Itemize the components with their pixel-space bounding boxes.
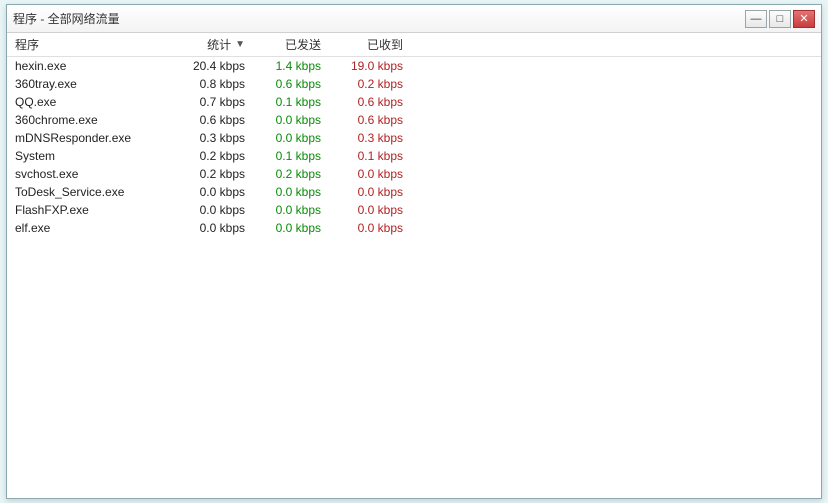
cell-program: mDNSResponder.exe bbox=[7, 131, 185, 145]
minimize-button[interactable]: — bbox=[745, 10, 767, 28]
cell-stats: 0.7 kbps bbox=[185, 95, 255, 109]
cell-stats: 0.6 kbps bbox=[185, 113, 255, 127]
column-headers: 程序 统计 ▼ 已发送 已收到 bbox=[7, 33, 821, 57]
cell-stats: 0.0 kbps bbox=[185, 185, 255, 199]
cell-program: hexin.exe bbox=[7, 59, 185, 73]
table-row[interactable]: ToDesk_Service.exe0.0 kbps0.0 kbps0.0 kb… bbox=[7, 183, 821, 201]
cell-sent: 0.1 kbps bbox=[255, 95, 335, 109]
table-row[interactable]: FlashFXP.exe0.0 kbps0.0 kbps0.0 kbps bbox=[7, 201, 821, 219]
header-stats[interactable]: 统计 ▼ bbox=[185, 36, 255, 53]
cell-sent: 0.0 kbps bbox=[255, 203, 335, 217]
cell-sent: 0.1 kbps bbox=[255, 149, 335, 163]
cell-sent: 0.2 kbps bbox=[255, 167, 335, 181]
cell-recv: 0.0 kbps bbox=[335, 185, 413, 199]
cell-sent: 0.6 kbps bbox=[255, 77, 335, 91]
sort-desc-icon: ▼ bbox=[235, 39, 245, 50]
header-received[interactable]: 已收到 bbox=[335, 36, 413, 53]
table-row[interactable]: 360chrome.exe0.6 kbps0.0 kbps0.6 kbps bbox=[7, 111, 821, 129]
maximize-button[interactable]: □ bbox=[769, 10, 791, 28]
window-title: 程序 - 全部网络流量 bbox=[13, 10, 743, 27]
cell-stats: 0.3 kbps bbox=[185, 131, 255, 145]
table-row[interactable]: QQ.exe0.7 kbps0.1 kbps0.6 kbps bbox=[7, 93, 821, 111]
traffic-dialog: 程序 - 全部网络流量 — □ ✕ 程序 统计 ▼ 已发送 已收到 hexin.… bbox=[6, 4, 822, 499]
titlebar[interactable]: 程序 - 全部网络流量 — □ ✕ bbox=[7, 5, 821, 33]
table-row[interactable]: mDNSResponder.exe0.3 kbps0.0 kbps0.3 kbp… bbox=[7, 129, 821, 147]
table-row[interactable]: System0.2 kbps0.1 kbps0.1 kbps bbox=[7, 147, 821, 165]
cell-stats: 0.0 kbps bbox=[185, 221, 255, 235]
table-row[interactable]: svchost.exe0.2 kbps0.2 kbps0.0 kbps bbox=[7, 165, 821, 183]
cell-program: 360tray.exe bbox=[7, 77, 185, 91]
cell-program: elf.exe bbox=[7, 221, 185, 235]
table-body: hexin.exe20.4 kbps1.4 kbps19.0 kbps360tr… bbox=[7, 57, 821, 237]
cell-stats: 0.8 kbps bbox=[185, 77, 255, 91]
table-row[interactable]: 360tray.exe0.8 kbps0.6 kbps0.2 kbps bbox=[7, 75, 821, 93]
cell-sent: 0.0 kbps bbox=[255, 221, 335, 235]
cell-recv: 0.3 kbps bbox=[335, 131, 413, 145]
cell-recv: 0.2 kbps bbox=[335, 77, 413, 91]
cell-sent: 0.0 kbps bbox=[255, 113, 335, 127]
cell-sent: 0.0 kbps bbox=[255, 131, 335, 145]
cell-sent: 0.0 kbps bbox=[255, 185, 335, 199]
cell-recv: 0.0 kbps bbox=[335, 167, 413, 181]
cell-stats: 0.2 kbps bbox=[185, 149, 255, 163]
cell-program: ToDesk_Service.exe bbox=[7, 185, 185, 199]
table-row[interactable]: hexin.exe20.4 kbps1.4 kbps19.0 kbps bbox=[7, 57, 821, 75]
cell-stats: 20.4 kbps bbox=[185, 59, 255, 73]
cell-recv: 0.0 kbps bbox=[335, 203, 413, 217]
cell-program: 360chrome.exe bbox=[7, 113, 185, 127]
cell-recv: 0.1 kbps bbox=[335, 149, 413, 163]
cell-program: System bbox=[7, 149, 185, 163]
close-button[interactable]: ✕ bbox=[793, 10, 815, 28]
cell-recv: 0.6 kbps bbox=[335, 95, 413, 109]
cell-recv: 19.0 kbps bbox=[335, 59, 413, 73]
cell-program: QQ.exe bbox=[7, 95, 185, 109]
cell-stats: 0.2 kbps bbox=[185, 167, 255, 181]
header-program[interactable]: 程序 bbox=[7, 36, 185, 53]
header-sent[interactable]: 已发送 bbox=[255, 36, 335, 53]
cell-sent: 1.4 kbps bbox=[255, 59, 335, 73]
cell-recv: 0.0 kbps bbox=[335, 221, 413, 235]
cell-recv: 0.6 kbps bbox=[335, 113, 413, 127]
cell-program: FlashFXP.exe bbox=[7, 203, 185, 217]
cell-program: svchost.exe bbox=[7, 167, 185, 181]
cell-stats: 0.0 kbps bbox=[185, 203, 255, 217]
table-row[interactable]: elf.exe0.0 kbps0.0 kbps0.0 kbps bbox=[7, 219, 821, 237]
